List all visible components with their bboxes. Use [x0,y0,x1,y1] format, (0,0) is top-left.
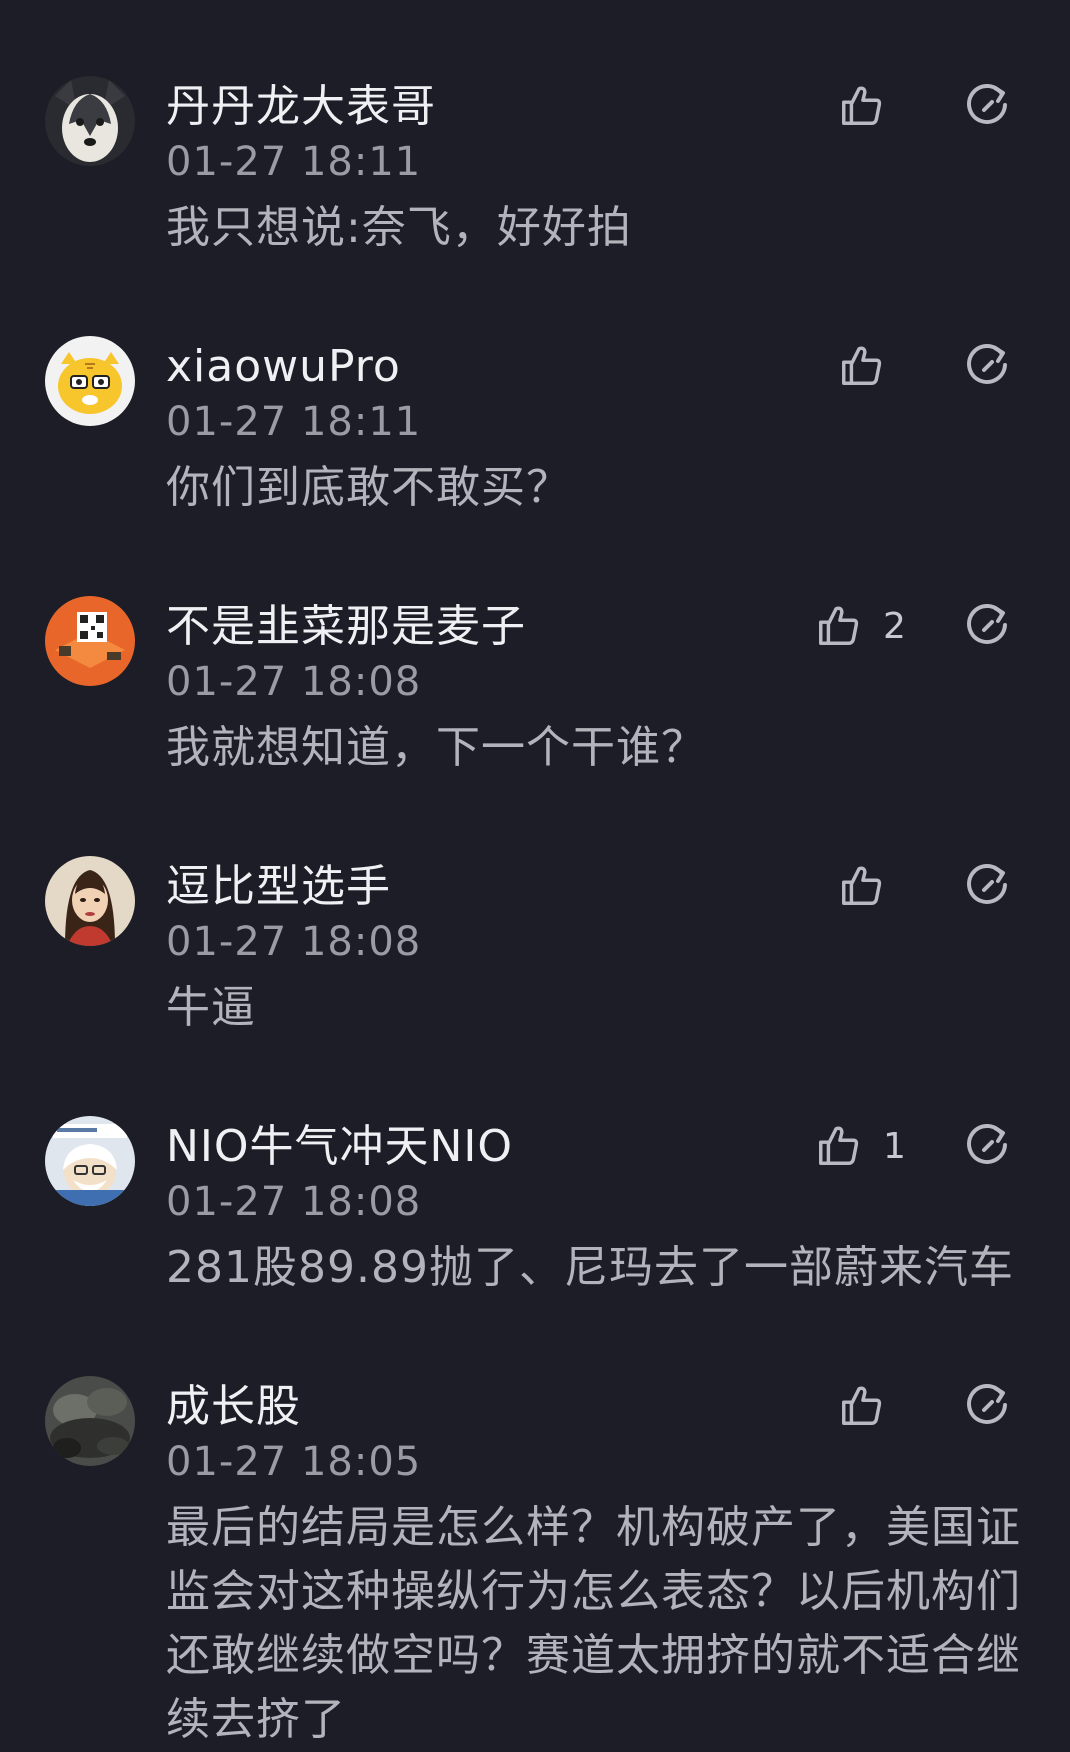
comment-text: 281股89.89抛了、尼玛去了一部蔚来汽车 [166,1242,1014,1293]
thumbs-up-icon [842,866,882,905]
avatar[interactable] [45,1116,135,1206]
reply-button[interactable] [962,1120,1012,1170]
avatar[interactable] [45,1376,135,1466]
avatar[interactable] [45,76,135,166]
thumbs-up-icon [842,1386,882,1425]
reply-circle-icon [967,1384,1007,1424]
timestamp: 01-27 18:11 [166,399,422,445]
reply-button[interactable] [962,80,1012,130]
reply-circle-icon [967,84,1007,124]
avatar[interactable] [45,596,135,686]
comment-item: NIO牛气冲天NIO 01-27 18:08 281股89.89抛了、尼玛去了一… [0,1116,1070,1296]
username[interactable]: 成长股 [166,1380,301,1434]
timestamp: 01-27 18:05 [166,1439,422,1485]
comment-text: 牛逼 [166,982,256,1033]
thumbs-up-icon [819,606,859,645]
like-button[interactable] [838,1376,906,1436]
like-button[interactable]: 2 [815,596,906,656]
comment-item: 成长股 01-27 18:05 最后的结局是怎么样？机构破产了，美国证监会对这种… [0,1376,1070,1745]
dark-landscape-avatar-icon [45,1376,135,1466]
comment-text: 我就想知道，下一个干谁？ [166,722,706,773]
like-count: 2 [883,605,906,647]
reply-circle-icon [967,1124,1007,1164]
like-button[interactable] [838,856,906,916]
username[interactable]: 丹丹龙大表哥 [166,80,436,134]
username[interactable]: xiaowuPro [166,340,401,394]
reply-button[interactable] [962,600,1012,650]
username[interactable]: NIO牛气冲天NIO [166,1120,513,1174]
like-button[interactable] [838,76,906,136]
reply-button[interactable] [962,860,1012,910]
like-button[interactable]: 1 [815,1116,906,1176]
husky-dog-avatar-icon [45,76,135,166]
reply-circle-icon [967,864,1007,904]
comment-text: 你们到底敢不敢买？ [166,462,571,513]
comment-text: 我只想说:奈飞，好好拍 [166,202,632,253]
avatar[interactable] [45,856,135,946]
username[interactable]: 不是韭菜那是麦子 [166,600,526,654]
like-count: 1 [883,1125,906,1167]
reply-circle-icon [967,344,1007,384]
comment-list: 丹丹龙大表哥 01-27 18:11 我只想说:奈飞，好好拍 xiaowuPro… [0,0,1070,1745]
comment-text: 最后的结局是怎么样？机构破产了，美国证监会对这种操纵行为怎么表态？以后机构们还敢… [166,1502,1021,1745]
reply-button[interactable] [962,1380,1012,1430]
timestamp: 01-27 18:08 [166,919,422,965]
comment-item: 不是韭菜那是麦子 01-27 18:08 我就想知道，下一个干谁？ 2 [0,596,1070,776]
username[interactable]: 逗比型选手 [166,860,391,914]
tiger-avatar-icon [45,336,135,426]
thumbs-up-icon [819,1126,859,1165]
orange-game-avatar-icon [45,596,135,686]
timestamp: 01-27 18:08 [166,1179,422,1225]
like-button[interactable] [838,336,906,396]
avatar[interactable] [45,336,135,426]
timestamp: 01-27 18:08 [166,659,422,705]
reply-button[interactable] [962,340,1012,390]
thumbs-up-icon [842,86,882,125]
thumbs-up-icon [842,346,882,385]
comment-item: 逗比型选手 01-27 18:08 牛逼 [0,856,1070,1036]
reply-circle-icon [967,604,1007,644]
comment-item: xiaowuPro 01-27 18:11 你们到底敢不敢买？ [0,336,1070,516]
timestamp: 01-27 18:11 [166,139,422,185]
woman-portrait-avatar-icon [45,856,135,946]
cartoon-old-man-avatar-icon [45,1116,135,1206]
comment-item: 丹丹龙大表哥 01-27 18:11 我只想说:奈飞，好好拍 [0,76,1070,256]
